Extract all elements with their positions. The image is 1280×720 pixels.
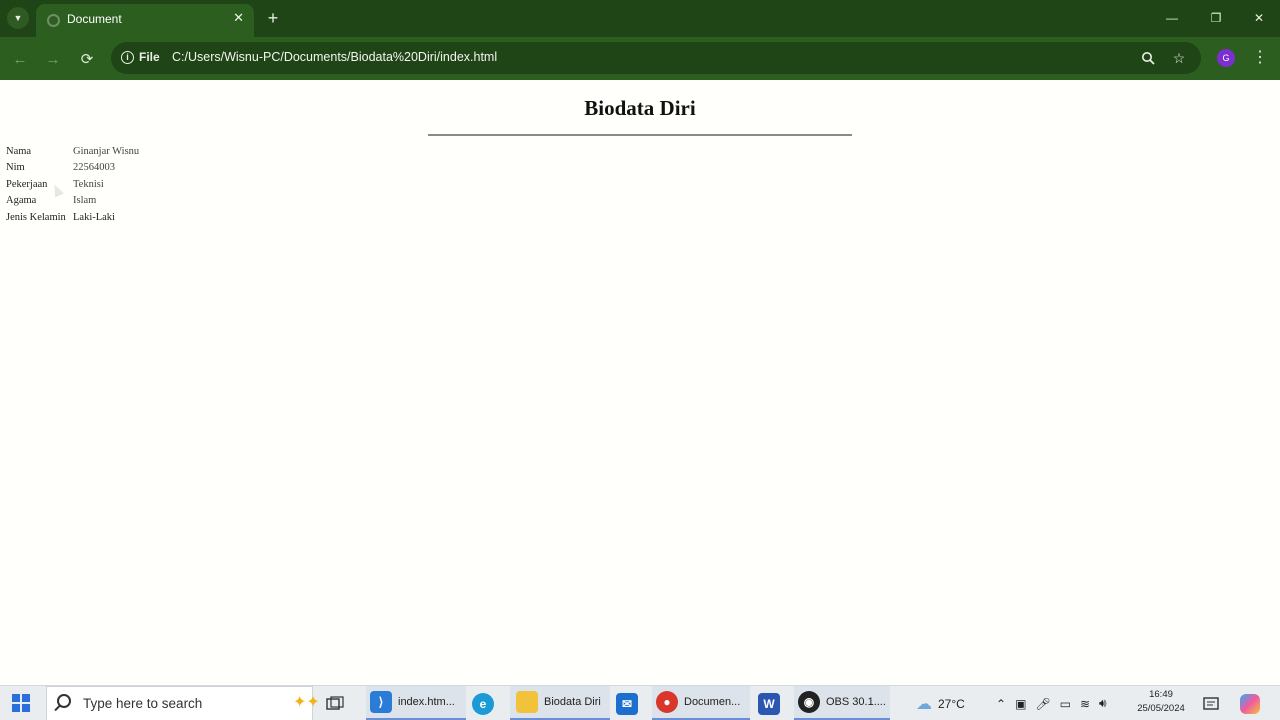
close-window-button[interactable]: ✕ — [1244, 6, 1274, 30]
horizontal-rule — [428, 134, 852, 136]
mail-icon: ✉ — [616, 692, 638, 715]
page-title: Biodata Diri — [584, 96, 696, 120]
chevron-up-icon[interactable]: ⌃ — [996, 697, 1006, 711]
bookmark-star-icon[interactable]: ☆ — [1169, 48, 1189, 68]
table-row: Pekerjaan Teknisi — [6, 176, 139, 193]
system-tray: ⌃ ▣ 🎤︎ ▭ ≋ 🔊︎ — [996, 686, 1107, 720]
web-page: Biodata Diri Nama Ginanjar Wisnu Nim 225… — [0, 80, 1280, 685]
taskbar-app-edge[interactable]: e — [472, 686, 498, 720]
table-row: Agama Islam — [6, 193, 139, 210]
tab-title: Document — [67, 12, 122, 26]
url-text[interactable]: C:/Users/Wisnu-PC/Documents/Biodata%20Di… — [172, 50, 497, 64]
site-info-chip[interactable]: i File — [121, 50, 160, 64]
table-row: Nim 22564003 — [6, 160, 139, 177]
tab-search-icon[interactable]: ▼ — [7, 7, 29, 29]
address-bar[interactable]: i File C:/Users/Wisnu-PC/Documents/Bioda… — [111, 42, 1201, 74]
row-value: Ginanjar Wisnu — [73, 145, 140, 157]
weather-temp: 27°C — [938, 696, 965, 711]
vscode-icon: ⟩ — [370, 691, 392, 713]
taskbar-clock[interactable]: 16:49 25/05/2024 — [1130, 688, 1192, 716]
search-icon — [57, 694, 71, 708]
restore-button[interactable]: ❐ — [1201, 6, 1231, 30]
row-value: Laki-Laki — [73, 211, 115, 223]
battery-icon[interactable]: ▭ — [1060, 697, 1071, 711]
browser-titlebar: ▼ Document ✕ + — ❐ ✕ — [0, 0, 1280, 37]
row-label: Nim — [6, 162, 25, 174]
device-icon[interactable]: ▣ — [1015, 697, 1026, 711]
profile-avatar[interactable]: G — [1217, 49, 1235, 67]
sparkle-icon: ✦✦ — [293, 694, 320, 711]
tab-close-icon[interactable]: ✕ — [233, 10, 244, 26]
info-icon: i — [121, 50, 134, 64]
row-value: Teknisi — [73, 178, 104, 190]
taskbar-app-mail[interactable]: ✉ — [616, 686, 642, 720]
notifications-icon[interactable] — [1203, 686, 1219, 720]
table-row: Jenis Kelamin Laki-Laki — [6, 209, 139, 226]
file-chip-label: File — [139, 50, 160, 64]
start-button[interactable] — [12, 694, 30, 712]
copilot-icon[interactable] — [1240, 686, 1260, 720]
row-label: Agama — [6, 195, 37, 207]
wifi-icon[interactable]: ≋ — [1080, 697, 1090, 711]
edge-icon: e — [472, 692, 494, 715]
search-placeholder: Type here to search — [83, 696, 203, 711]
windows-taskbar: Type here to search ✦✦ ⟩ index.htm... e … — [0, 685, 1280, 720]
volume-icon[interactable]: 🔊︎ — [1099, 696, 1107, 711]
forward-button[interactable]: → — [41, 47, 65, 71]
zoom-icon[interactable] — [1138, 48, 1158, 68]
taskbar-app-word[interactable]: W — [758, 686, 784, 720]
browser-toolbar: ← → ⟳ i File C:/Users/Wisnu-PC/Documents… — [0, 37, 1280, 80]
microphone-icon[interactable]: 🎤︎ — [1035, 697, 1050, 711]
cloud-icon: ☁ — [916, 695, 932, 713]
row-label: Jenis Kelamin — [6, 211, 66, 223]
taskbar-app-label: Documen... — [684, 696, 741, 708]
chrome-icon: ● — [656, 691, 678, 713]
menu-kebab-icon[interactable]: ⋮ — [1251, 47, 1269, 69]
taskbar-app-explorer[interactable]: Biodata Diri — [510, 686, 610, 720]
row-value: Islam — [73, 195, 97, 207]
folder-icon — [516, 691, 538, 713]
task-view-icon[interactable] — [326, 686, 348, 720]
clock-time: 16:49 — [1149, 689, 1173, 700]
taskbar-app-obs[interactable]: ◉ OBS 30.1.... — [794, 686, 890, 720]
minimize-button[interactable]: — — [1157, 6, 1187, 30]
word-icon: W — [758, 692, 780, 715]
biodata-table: Nama Ginanjar Wisnu Nim 22564003 Pekerja… — [6, 143, 139, 226]
clock-date: 25/05/2024 — [1137, 703, 1185, 714]
tab-document[interactable]: Document ✕ — [36, 4, 254, 37]
weather-widget[interactable]: ☁ 27°C — [916, 686, 965, 720]
tab-favicon-icon — [47, 14, 60, 27]
obs-icon: ◉ — [798, 691, 820, 713]
row-value: 22564003 — [73, 162, 115, 174]
taskbar-app-chrome[interactable]: ● Documen... — [652, 686, 750, 720]
taskbar-app-label: Biodata Diri — [544, 696, 601, 708]
row-label: Nama — [6, 145, 32, 157]
table-row: Nama Ginanjar Wisnu — [6, 143, 139, 160]
taskbar-search[interactable]: Type here to search ✦✦ — [46, 686, 320, 720]
taskbar-app-label: OBS 30.1.... — [826, 696, 886, 708]
reload-button[interactable]: ⟳ — [75, 47, 99, 71]
taskbar-app-label: index.htm... — [398, 696, 455, 708]
taskbar-app-vscode[interactable]: ⟩ index.htm... — [366, 686, 466, 720]
back-button[interactable]: ← — [8, 47, 32, 71]
new-tab-button[interactable]: + — [262, 7, 284, 29]
